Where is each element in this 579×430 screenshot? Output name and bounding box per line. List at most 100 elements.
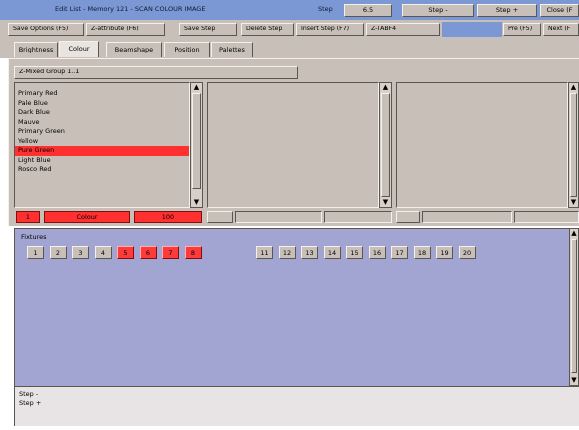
close-button[interactable]: Close (F — [540, 4, 579, 17]
colour-list-item[interactable]: Yellow — [15, 137, 189, 147]
tab-colour[interactable]: Colour — [59, 41, 99, 57]
fixture-button[interactable]: 11 — [256, 246, 273, 259]
fixture-group-2: 11 12 13 14 15 16 17 18 19 20 — [256, 246, 496, 260]
fixture-button[interactable]: 16 — [368, 246, 386, 259]
tab-beamshape-label: Beamshape — [114, 46, 154, 54]
fixture-button[interactable]: 4 — [94, 246, 112, 259]
slider-track[interactable] — [422, 211, 512, 223]
tab-palettes-label: Palettes — [219, 46, 245, 54]
save-options-label: Save Options (F5) — [13, 26, 69, 33]
fixture-button[interactable]: 17 — [391, 246, 408, 259]
colour-list-item[interactable]: Dark Blue — [15, 108, 189, 118]
colour-list-items: Primary Red Pale Blue Dark Blue Mauve Primar… — [15, 89, 189, 175]
fixture-button[interactable]: 20 — [458, 246, 476, 259]
step-minus-label: Step - — [428, 7, 448, 14]
fixtures-scrollbar[interactable]: ▲ ▼ — [569, 228, 579, 386]
group-title: Z-Mixed Group 1..1 — [19, 69, 80, 76]
channel-name-field[interactable]: Colour — [44, 211, 130, 223]
colour-list-item[interactable]: Rosco Red — [15, 165, 189, 175]
prev-label: Pre (F5) — [508, 26, 533, 33]
tab-position[interactable]: Position — [164, 42, 210, 57]
fixture-button[interactable]: 18 — [413, 246, 431, 259]
colour-list-item[interactable]: Pale Blue — [15, 99, 189, 109]
next-button[interactable]: Next (F — [543, 23, 579, 36]
slider-handle[interactable] — [396, 211, 420, 223]
scroll-down-arrow-icon[interactable]: ▼ — [191, 198, 202, 207]
scroll-up-arrow-icon[interactable]: ▲ — [569, 83, 578, 92]
z-tab-label: Z-TABF4 — [371, 26, 397, 33]
status-line-1: Step - — [19, 391, 39, 398]
delete-step-button[interactable]: Delete Step — [241, 23, 294, 36]
channel-name: Colour — [76, 213, 98, 221]
step-minus-button[interactable]: Step - — [402, 4, 474, 17]
step-value-field[interactable]: 6.5 — [344, 4, 392, 17]
third-list-scrollbar[interactable]: ▲ ▼ — [568, 82, 579, 208]
fixture-button[interactable]: 8 — [184, 246, 202, 259]
title-bar: Edit List - Memory 121 - SCAN COLOUR IMA… — [0, 0, 579, 20]
close-label: Close (F — [546, 7, 573, 14]
prev-button[interactable]: Pre (F5) — [503, 23, 541, 36]
delete-step-label: Delete Step — [246, 26, 283, 33]
colour-list-item[interactable]: Mauve — [15, 118, 189, 128]
toolbar: Save Options (F5) Z-attribute (F6) Save … — [0, 20, 579, 38]
channel-value: 100 — [161, 213, 175, 221]
scroll-down-arrow-icon[interactable]: ▼ — [380, 198, 391, 207]
channel-number: 1 — [25, 213, 31, 221]
status-line-2: Step + — [19, 400, 42, 407]
scroll-down-arrow-icon[interactable]: ▼ — [569, 198, 578, 207]
scroll-down-arrow-icon[interactable]: ▼ — [570, 376, 578, 385]
fixture-button[interactable]: 12 — [278, 246, 296, 259]
group-title-field[interactable]: Z-Mixed Group 1..1 — [14, 66, 298, 79]
save-step-label: Save Step — [184, 26, 216, 33]
channel-number-field[interactable]: 1 — [16, 211, 40, 223]
tab-position-label: Position — [174, 46, 200, 54]
toolbar-blue-gap — [442, 22, 502, 37]
fixture-button[interactable]: 2 — [49, 246, 67, 259]
fixture-button[interactable]: 14 — [323, 246, 341, 259]
fixture-button[interactable]: 15 — [346, 246, 363, 259]
fixture-button[interactable]: 19 — [436, 246, 453, 259]
scroll-thumb[interactable] — [570, 93, 577, 197]
colour-list-item[interactable]: Pure Green — [15, 146, 189, 156]
step-plus-label: Step + — [495, 7, 519, 14]
status-area: Step - Step + — [14, 386, 579, 426]
scroll-thumb[interactable] — [381, 93, 390, 197]
scroll-up-arrow-icon[interactable]: ▲ — [380, 83, 391, 92]
slider-track[interactable] — [324, 211, 392, 223]
fixture-group-1: 12345678 — [27, 246, 227, 260]
z-tab-button[interactable]: Z-TABF4 — [366, 23, 440, 36]
fixture-button[interactable]: 1 — [27, 246, 44, 259]
fixtures-title: Fixtures — [21, 234, 47, 241]
colour-list-scrollbar[interactable]: ▲ ▼ — [190, 82, 203, 208]
fixture-button[interactable]: 5 — [117, 246, 134, 259]
insert-step-button[interactable]: Insert Step (F7) — [296, 23, 364, 36]
z-attribute-button[interactable]: Z-attribute (F6) — [86, 23, 165, 36]
fixture-button[interactable]: 6 — [139, 246, 157, 259]
tab-beamshape[interactable]: Beamshape — [106, 42, 162, 57]
channel-value-field[interactable]: 100 — [134, 211, 202, 223]
colour-list[interactable]: Primary Red Pale Blue Dark Blue Mauve Primar… — [14, 82, 190, 208]
slider-track[interactable] — [514, 211, 579, 223]
tab-brightness[interactable]: Brightness — [14, 42, 58, 57]
slider-handle[interactable] — [207, 211, 233, 223]
scroll-thumb[interactable] — [192, 93, 201, 189]
step-label: Step — [318, 6, 333, 13]
scroll-up-arrow-icon[interactable]: ▲ — [191, 83, 202, 92]
tab-palettes[interactable]: Palettes — [211, 42, 253, 57]
scroll-thumb[interactable] — [571, 239, 577, 373]
fixture-button[interactable]: 7 — [162, 246, 179, 259]
scroll-up-arrow-icon[interactable]: ▲ — [570, 229, 578, 238]
fixture-button[interactable]: 3 — [72, 246, 89, 259]
save-options-button[interactable]: Save Options (F5) — [8, 23, 84, 36]
step-plus-button[interactable]: Step + — [477, 4, 537, 17]
colour-list-item[interactable]: Light Blue — [15, 156, 189, 166]
slider-track[interactable] — [235, 211, 322, 223]
second-list[interactable] — [207, 82, 379, 208]
third-list[interactable] — [396, 82, 568, 208]
save-step-button[interactable]: Save Step — [179, 23, 237, 36]
fixture-button[interactable]: 13 — [301, 246, 318, 259]
second-list-scrollbar[interactable]: ▲ ▼ — [379, 82, 392, 208]
tab-strip: Brightness Colour Beamshape Position Pal… — [0, 38, 579, 58]
colour-list-item[interactable]: Primary Green — [15, 127, 189, 137]
colour-list-item[interactable]: Primary Red — [15, 89, 189, 99]
